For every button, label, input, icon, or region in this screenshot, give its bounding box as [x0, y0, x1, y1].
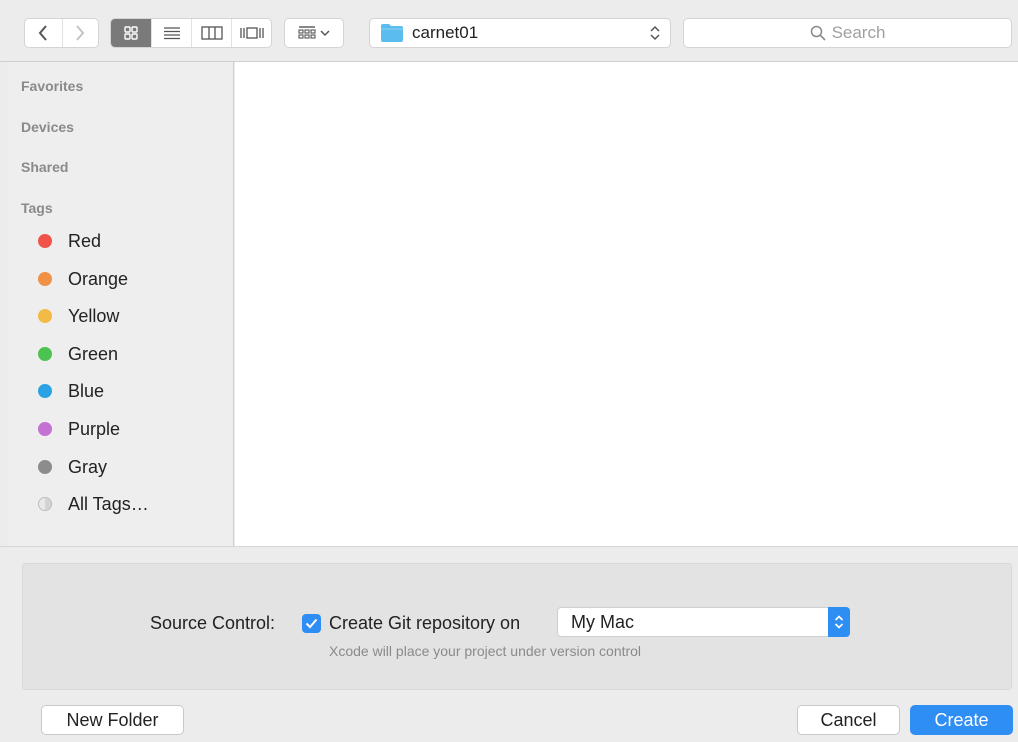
view-mode-buttons [110, 18, 272, 48]
columns-icon [200, 26, 223, 40]
tag-label: Green [68, 343, 119, 364]
column-view-button[interactable] [191, 19, 231, 47]
create-git-checkbox[interactable] [302, 614, 321, 633]
nav-buttons [24, 18, 99, 48]
tag-color-dot-icon [38, 272, 52, 286]
list-view-button[interactable] [151, 19, 191, 47]
checkmark-icon [305, 618, 318, 629]
repository-location-value: My Mac [571, 612, 634, 632]
back-button[interactable] [25, 19, 62, 47]
location-popup[interactable]: carnet01 [369, 18, 671, 48]
tag-color-dot-icon [38, 460, 52, 474]
sidebar: Favorites Devices Shared Tags Red Orange Y… [8, 62, 234, 546]
sidebar-section-shared[interactable]: Shared [21, 159, 68, 175]
chevron-down-icon [320, 30, 330, 37]
popup-arrows-button [828, 607, 850, 637]
tag-label: Gray [68, 456, 108, 477]
tag-label: Purple [68, 418, 121, 439]
source-control-options: Source Control: Create Git repository on… [22, 563, 1012, 690]
search-field[interactable]: Search [683, 18, 1012, 48]
cancel-button[interactable]: Cancel [797, 705, 900, 735]
tag-color-dot-icon [38, 347, 52, 361]
tag-color-dot-icon [38, 497, 52, 511]
forward-button[interactable] [61, 19, 99, 47]
current-folder-label: carnet01 [412, 23, 479, 42]
tag-color-dot-icon [38, 384, 52, 398]
sidebar-tag-item[interactable]: Purple [38, 415, 120, 443]
tag-color-dot-icon [38, 422, 52, 436]
tag-label: Blue [68, 380, 105, 401]
list-icon [163, 27, 180, 40]
cover-flow-button[interactable] [231, 19, 271, 47]
sidebar-tag-item[interactable]: Red [38, 227, 101, 255]
create-button[interactable]: Create [910, 705, 1013, 735]
up-down-arrows-icon [834, 615, 844, 629]
sidebar-tag-item[interactable]: Blue [38, 377, 104, 405]
icon-grid-icon [124, 26, 138, 40]
sidebar-section-devices[interactable]: Devices [21, 119, 74, 135]
tag-label: Red [68, 230, 102, 251]
arrange-grid-icon [298, 26, 316, 39]
up-down-arrows-icon [650, 25, 660, 41]
dialog-footer: Source Control: Create Git repository on… [0, 546, 1018, 742]
source-control-hint: Xcode will place your project under vers… [329, 643, 642, 659]
chevron-left-icon [38, 25, 48, 41]
sidebar-tag-item[interactable]: Gray [38, 453, 107, 481]
chevron-right-icon [76, 25, 85, 41]
icon-view-button[interactable] [111, 19, 151, 47]
repository-location-popup[interactable]: My Mac [557, 607, 850, 637]
tag-label: Yellow [68, 305, 120, 326]
tag-color-dot-icon [38, 234, 52, 248]
sidebar-tag-item[interactable]: Orange [38, 265, 128, 293]
tag-label: All Tags… [68, 493, 149, 514]
toolbar: carnet01 Search [0, 0, 1018, 62]
new-folder-button[interactable]: New Folder [41, 705, 184, 735]
sidebar-section-tags[interactable]: Tags [21, 200, 53, 216]
arrange-button[interactable] [284, 18, 344, 48]
search-placeholder: Search [831, 23, 886, 42]
tag-label: Orange [68, 268, 129, 289]
search-icon [810, 25, 826, 41]
folder-icon [381, 24, 403, 42]
sidebar-tag-item[interactable]: Yellow [38, 302, 119, 330]
sidebar-section-favorites[interactable]: Favorites [21, 78, 83, 94]
source-control-label: Source Control: [150, 613, 276, 633]
tag-color-dot-icon [38, 309, 52, 323]
file-browser-pane[interactable] [235, 62, 1018, 546]
sidebar-tag-item[interactable]: All Tags… [38, 490, 149, 518]
create-git-label[interactable]: Create Git repository on [329, 613, 520, 634]
sidebar-tag-item[interactable]: Green [38, 340, 118, 368]
cover-flow-icon [239, 27, 264, 39]
